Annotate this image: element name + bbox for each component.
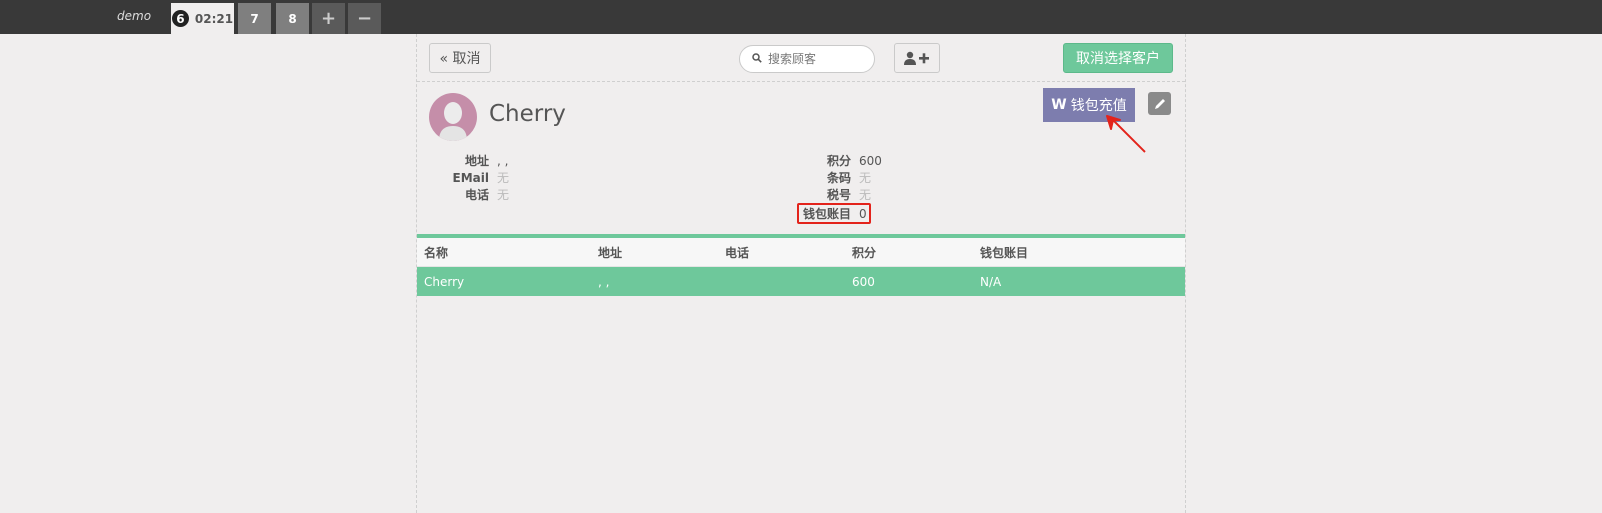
detail-tax-id: 税号 无 [826, 188, 872, 202]
add-order-button[interactable]: + [312, 3, 345, 34]
order-tab-8[interactable]: 8 [276, 3, 309, 34]
search-input[interactable] [768, 52, 864, 66]
wallet-icon: W [1051, 97, 1067, 113]
order-tab-active[interactable]: 6 02:21 [171, 0, 234, 34]
detail-barcode: 条码 无 [826, 171, 872, 185]
annotation-arrow [1106, 115, 1146, 153]
header-address: 地址 [598, 245, 623, 260]
user-plus-icon [904, 51, 929, 65]
edit-customer-button[interactable] [1148, 92, 1171, 115]
pencil-icon [1154, 98, 1165, 109]
cell-points: 600 [852, 274, 875, 289]
client-toolbar: « 取消 取消选择客户 [417, 34, 1185, 82]
customer-name: Cherry [489, 101, 566, 127]
header-wallet: 钱包账目 [980, 245, 1029, 260]
customer-search[interactable] [739, 45, 875, 73]
client-screen: « 取消 取消选择客户 Cherry W 钱包充值 [416, 34, 1186, 513]
avatar-placeholder-icon [439, 102, 467, 141]
search-icon [752, 52, 762, 66]
top-bar: demo 6 02:21 7 8 + − [0, 0, 1602, 34]
annotation-highlight-box [797, 203, 871, 224]
cell-wallet: N/A [980, 274, 1002, 289]
table-header: 名称 地址 电话 积分 钱包账目 [417, 238, 1185, 267]
remove-order-button[interactable]: − [348, 3, 381, 34]
avatar [429, 93, 477, 141]
cell-address: , , [598, 274, 610, 289]
cell-name: Cherry [424, 274, 465, 289]
cancel-button[interactable]: « 取消 [429, 43, 491, 73]
order-time: 02:21 [194, 11, 234, 26]
deselect-customer-button[interactable]: 取消选择客户 [1063, 43, 1173, 73]
header-name: 名称 [424, 245, 449, 260]
order-tab-7[interactable]: 7 [238, 3, 271, 34]
shop-name: demo [117, 9, 152, 23]
customer-table: 名称 地址 电话 积分 钱包账目 Cherry , , 600 N/A [417, 234, 1185, 296]
add-customer-button[interactable] [894, 43, 940, 73]
order-sequence-badge: 6 [171, 10, 189, 27]
table-row[interactable]: Cherry , , 600 N/A [417, 267, 1185, 296]
detail-points: 积分 600 [826, 153, 882, 169]
header-phone: 电话 [725, 245, 750, 260]
header-points: 积分 [852, 245, 877, 260]
